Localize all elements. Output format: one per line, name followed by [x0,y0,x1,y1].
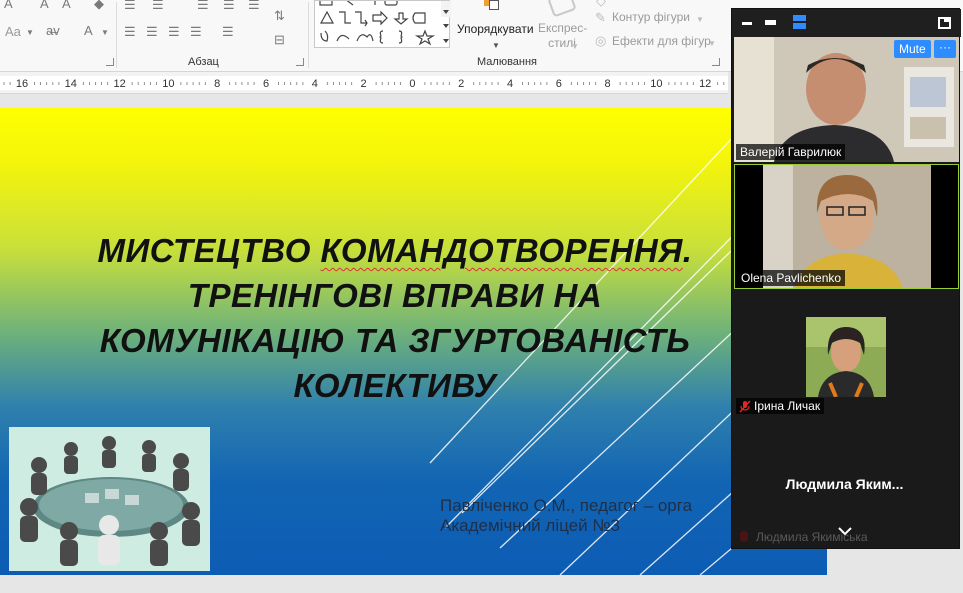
participant-name-1: Валерій Гаврилюк [736,144,846,160]
slide[interactable]: МИСТЕЦТВО КОМАНДОТВОРЕННЯ. ТРЕНІНГОВІ ВП… [0,108,827,575]
ruler-tick-label: 14 [65,78,77,90]
ruler-tick-label: 4 [507,78,513,90]
team-meeting-image[interactable] [9,427,210,571]
quick-styles-button[interactable]: Експрес- стилі ▼ [538,0,592,54]
increase-indent-icon[interactable]: ☰ [223,0,235,12]
decrease-indent-icon[interactable]: ☰ [197,0,209,12]
paragraph-group-label: Абзац [188,56,219,68]
shapes-gallery[interactable] [314,0,451,48]
exit-fullscreen-icon[interactable] [938,17,951,29]
ruler-tick-label: 8 [605,78,611,90]
quick-styles-dropdown-icon: ▼ [571,42,579,51]
faded-mic-icon [740,531,748,542]
arrange-icon [484,0,500,12]
more-options-button[interactable]: ··· [934,40,956,58]
text-direction-icon[interactable]: ⇅ [274,9,285,23]
author-line-2: Академічний ліцей №3 [440,516,621,535]
minimize-icon[interactable] [742,22,752,25]
align-left-icon[interactable]: ☰ [124,25,136,39]
zoom-panel-toolbar [732,9,961,37]
horizontal-ruler: 16 14 12 10 8 6 4 2 0 2 4 6 8 10 12 [0,72,728,94]
align-right-icon[interactable]: ☰ [168,25,180,39]
spellcheck-word: КОМАНДОТВОРЕННЯ [320,232,683,269]
line-spacing-icon[interactable]: ☰ [248,0,260,12]
shape-outline-icon[interactable]: ✎ [595,11,606,25]
slide-title-line-2: ТРЕНІНГОВІ ВПРАВИ НА [187,277,603,314]
participant-video-1[interactable]: Mute ··· Валерій Гаврилюк [734,37,959,162]
font-a-small-icon-2[interactable]: A [62,0,71,11]
ruler-tick-label: 2 [458,78,464,90]
font-a-icon[interactable]: A [4,0,13,11]
ribbon-separator [116,2,117,68]
slide-title-line-4: КОЛЕКТИВУ [293,367,497,404]
shape-outline-dropdown-icon[interactable]: ▼ [696,13,704,27]
shape-effects-icon[interactable]: ◎ [595,34,606,48]
ruler-tick-label: 4 [312,78,318,90]
quick-styles-icon [547,0,577,18]
slide-title-line-3: КОМУНІКАЦІЮ ТА ЗГУРТОВАНІСТЬ [99,322,691,359]
shape-fill-icon[interactable]: ◇ [596,0,606,8]
mute-button[interactable]: Mute [894,40,931,58]
app-window: A A A ◆ Aa ▼ a̶v A ▼ ☰ ☰ ☰ ☰ ☰ ☰ ☰ ☰ ☰ ☰… [0,0,963,593]
bullets-icon[interactable]: ☰ [124,0,136,12]
slide-author[interactable]: Павліченко О.М., педагог – орга Академіч… [440,496,692,536]
ruler-tick-label: 12 [699,78,711,90]
participant-video-3[interactable]: Ірина Личак [734,291,959,416]
font-dialog-launcher-icon[interactable] [106,58,114,66]
ruler-tick-label: 12 [113,78,125,90]
ribbon-separator [308,2,309,68]
drawing-dialog-launcher-icon[interactable] [712,58,720,66]
participant-3-avatar [806,317,886,397]
justify-icon[interactable]: ☰ [190,25,202,39]
shape-outline-button[interactable]: Контур фігури [612,10,690,24]
participant-name-2: Olena Pavlichenko [737,270,846,286]
ruler-tick-label: 0 [409,78,415,90]
arrange-dropdown-icon: ▼ [492,41,500,50]
thumbnail-view-icon[interactable] [765,20,776,25]
ruler-tick-label: 8 [214,78,220,90]
scroll-down-chevron-icon[interactable] [837,524,853,536]
ruler-ticks: 16 14 12 10 8 6 4 2 0 2 4 6 8 10 12 [3,76,725,90]
columns-icon[interactable]: ☰ [222,25,234,39]
participant-4-name-display[interactable]: Людмила Яким... [732,476,957,492]
font-color-dropdown-icon[interactable]: ▼ [101,26,109,40]
shape-effects-button[interactable]: Ефекти для фігур [612,34,711,48]
ruler-tick-label: 6 [263,78,269,90]
numbering-icon[interactable]: ☰ [152,0,164,12]
font-a-small-icon[interactable]: A [40,0,49,11]
muted-mic-icon [739,400,751,413]
char-spacing-icon[interactable]: a̶v [46,24,60,38]
ruler-tick-label: 6 [556,78,562,90]
drawing-group-label: Малювання [477,56,538,68]
align-center-icon[interactable]: ☰ [146,25,158,39]
shape-effects-dropdown-icon[interactable]: ▼ [708,37,716,51]
slide-title[interactable]: МИСТЕЦТВО КОМАНДОТВОРЕННЯ. ТРЕНІНГОВІ ВП… [40,228,750,408]
ruler-tick-label: 10 [650,78,662,90]
shapes-gallery-icons [319,1,451,46]
change-case-dropdown-icon[interactable]: ▼ [26,26,34,40]
ruler-tick-label: 16 [16,78,28,90]
paragraph-dialog-launcher-icon[interactable] [296,58,304,66]
speaker-view-icon[interactable] [793,15,806,29]
team-table-illustration [20,436,200,566]
change-case-button[interactable]: Aa [5,24,21,39]
participant-video-2[interactable]: Olena Pavlichenko [734,164,959,289]
clear-format-icon[interactable]: ◆ [94,0,104,11]
arrange-button[interactable]: Упорядкувати ▼ [454,0,538,54]
author-line-1: Павліченко О.М., педагог – орга [440,496,693,515]
slide-title-line-1: МИСТЕЦТВО КОМАНДОТВОРЕННЯ. [97,232,693,269]
ruler-tick-label: 10 [162,78,174,90]
ruler-strip: 16 14 12 10 8 6 4 2 0 2 4 6 8 10 12 [0,76,728,90]
ruler-tick-label: 2 [361,78,367,90]
zoom-video-panel: Mute ··· Валерій Гаврилюк Olena Pavliche… [731,8,961,549]
arrange-label: Упорядкувати [457,22,534,36]
participant-name-3: Ірина Личак [736,398,825,414]
font-color-icon[interactable]: A [84,24,93,38]
align-text-icon[interactable]: ⊟ [274,33,285,47]
